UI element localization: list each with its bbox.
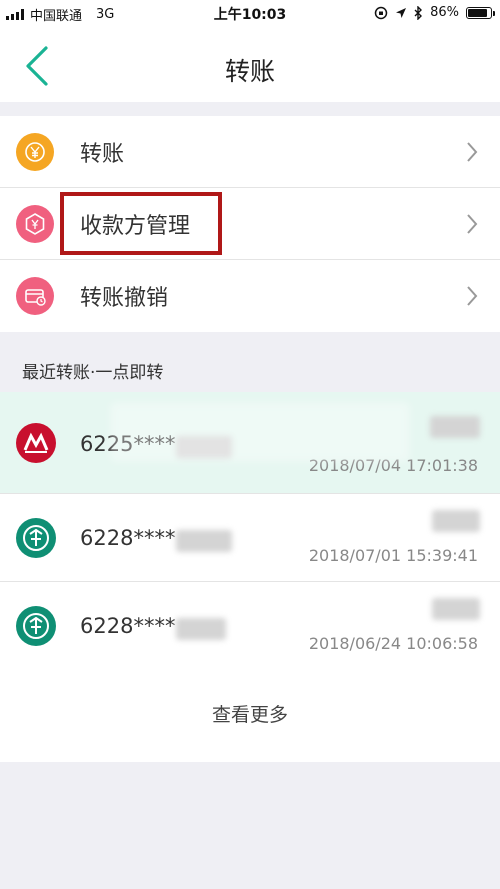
masked-card-suffix [176,618,226,640]
chevron-right-icon [467,142,478,162]
watermark-overlay [110,402,410,462]
battery-icon [466,6,495,19]
card-number: 6228**** [80,614,176,638]
transfer-menu: 转账 收款方管理 转账撤销 [0,116,500,332]
transfer-time: 2018/06/24 10:06:58 [308,634,478,653]
cmb-bank-logo-icon [16,423,56,463]
view-more-button[interactable]: 查看更多 [0,668,500,762]
recent-section-title: 最近转账·一点即转 [22,363,164,383]
status-bar: 中国联通 3G 上午10:03 86% [0,0,500,26]
location-icon [396,7,407,18]
recent-transfer-item[interactable]: 6228**** 2018/06/24 10:06:58 [0,582,500,670]
menu-label-payee-management: 收款方管理 [80,213,191,239]
recent-transfer-list: 6225**** 2018/07/04 17:01:38 6228**** 20… [0,392,500,670]
payee-hexagon-icon [16,204,54,243]
masked-payee-name [430,416,480,438]
bluetooth-icon [414,5,423,20]
status-right: 86% [374,5,495,20]
menu-label-transfer-revoke: 转账撤销 [80,286,169,311]
recent-transfer-item[interactable]: 6225**** 2018/07/04 17:01:38 [0,392,500,494]
recent-transfer-item[interactable]: 6228**** 2018/07/01 15:39:41 [0,494,500,582]
card-revoke-icon [16,277,54,315]
menu-item-transfer[interactable]: 转账 [0,116,500,188]
chevron-right-icon [467,286,478,306]
battery-percent: 86% [430,5,459,20]
menu-label-transfer: 转账 [80,141,125,167]
masked-payee-name [432,510,480,532]
page-title: 转账 [224,57,275,86]
masked-card-suffix [176,530,232,552]
menu-item-payee-management[interactable]: 收款方管理 [0,188,500,260]
yuan-transfer-icon [16,132,54,171]
chevron-right-icon [467,214,478,234]
abc-bank-logo-icon [16,518,56,558]
menu-item-transfer-revoke[interactable]: 转账撤销 [0,260,500,332]
card-number: 6228**** [80,526,176,550]
transfer-time: 2018/07/01 15:39:41 [308,546,478,565]
masked-payee-name [432,598,480,620]
rotation-lock-icon [374,6,388,19]
abc-bank-logo-icon [16,606,56,646]
nav-bar: 转账 [0,26,500,102]
